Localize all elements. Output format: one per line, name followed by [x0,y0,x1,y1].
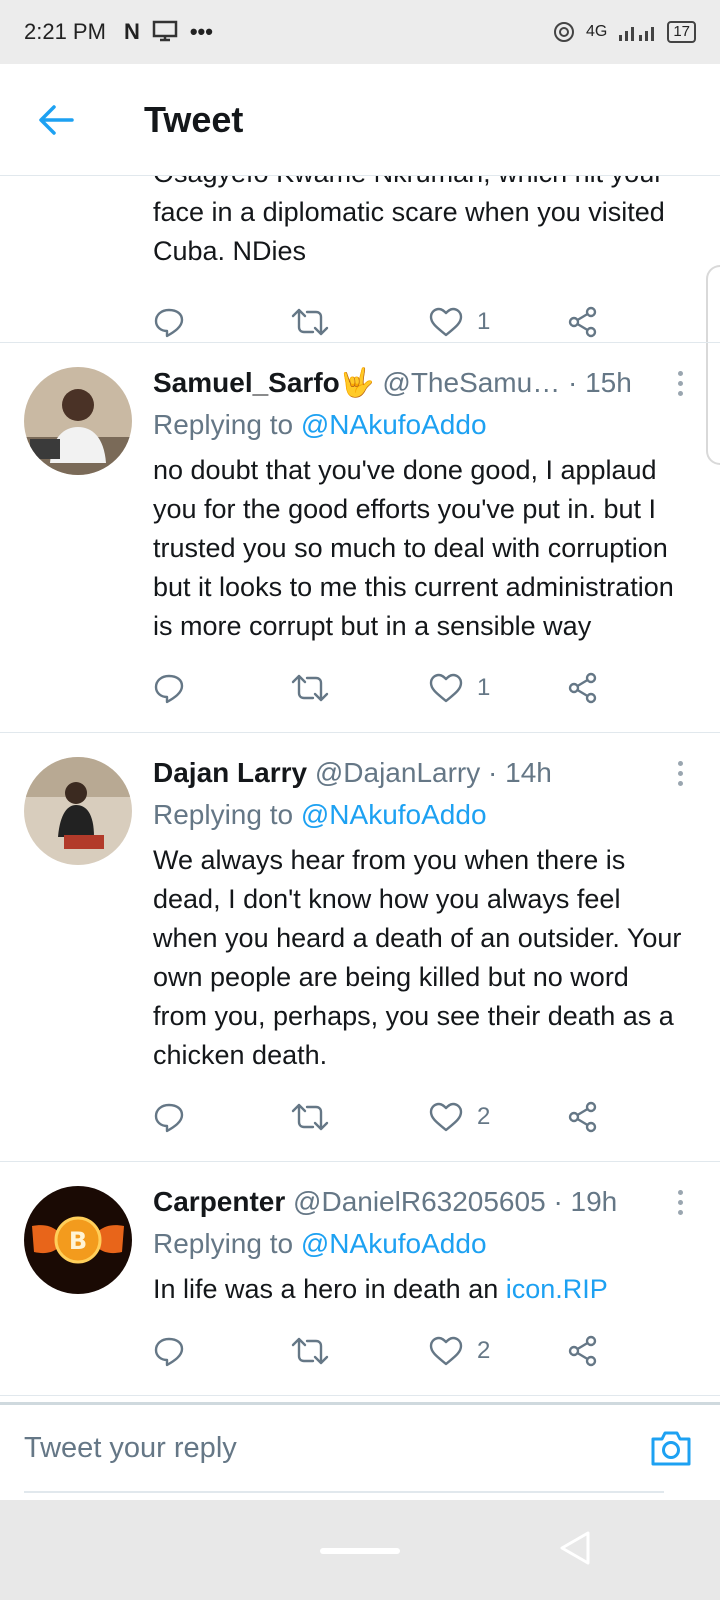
bitcoin-avatar-image: B [24,1186,132,1294]
like-button[interactable]: 1 [429,307,567,337]
retweet-icon [291,1103,329,1131]
heart-icon [429,1102,463,1132]
reply-icon [154,674,184,704]
tweet-actions: 2 [153,1327,690,1375]
app-header: Tweet [0,64,720,176]
reply-button[interactable] [153,306,291,338]
like-count: 1 [477,308,491,335]
tweet-text: Osagyefo Kwame Nkrumah, which hit your f… [153,176,665,266]
more-notifications-icon: ••• [189,19,213,44]
display-name[interactable]: Carpenter [153,1186,285,1217]
like-count: 2 [477,1103,491,1130]
more-options-button[interactable] [670,371,690,396]
like-button[interactable]: 1 [429,673,567,703]
tweet-time: · 14h [488,757,552,788]
replying-to: Replying to @NAkufoAddo [153,1228,487,1259]
page-title: Tweet [144,98,244,140]
avatar[interactable] [24,757,132,865]
more-options-button[interactable] [670,1190,690,1215]
svg-text:B: B [69,1227,87,1255]
system-nav-bar [0,1500,720,1600]
like-count: 1 [477,674,491,701]
camera-icon [651,1431,691,1466]
display-name[interactable]: Samuel_Sarfo🤟 [153,367,375,398]
nav-back-button[interactable] [558,1530,592,1571]
user-handle[interactable]: @DajanLarry [315,757,480,788]
reply-button[interactable] [153,1335,291,1367]
user-handle[interactable]: @TheSamu… [382,367,560,398]
share-button[interactable] [567,672,599,704]
tweet-actions: 1 [153,664,690,712]
retweet-icon [291,1337,329,1365]
tweet-text: In life was a hero in death an icon.RIP [153,1274,608,1304]
tweet-partial[interactable]: Osagyefo Kwame Nkrumah, which hit your f… [0,176,720,343]
share-icon [568,672,597,704]
monitor-icon [152,20,178,42]
like-count: 2 [477,1337,491,1364]
tweet-actions: 1 [153,298,599,346]
battery-icon: 17 [667,21,696,43]
avatar[interactable]: B [24,1186,132,1294]
like-button[interactable]: 2 [429,1102,567,1132]
share-icon [568,1335,597,1367]
share-button[interactable] [567,306,599,338]
tweet-item[interactable]: B Carpenter @DanielR63205605 · 19h Reply… [0,1162,720,1396]
replying-to: Replying to @NAkufoAddo [153,799,487,830]
reply-composer: Tweet your reply [0,1402,720,1500]
user-handle[interactable]: @DanielR63205605 [293,1186,546,1217]
hotspot-icon [553,22,574,42]
retweet-button[interactable] [291,307,429,337]
reply-button[interactable] [153,1101,291,1133]
replying-to: Replying to @NAkufoAddo [153,409,487,440]
avatar[interactable] [24,367,132,475]
home-gesture-pill[interactable] [320,1548,400,1554]
retweet-button[interactable] [291,673,429,703]
share-icon [568,306,597,338]
retweet-icon [291,674,329,702]
reply-icon [154,1337,184,1367]
back-arrow-icon [39,104,74,135]
tweet-item[interactable]: Dajan Larry @DajanLarry · 14h Replying t… [0,733,720,1162]
heart-icon [429,1336,463,1366]
mention-link[interactable]: @NAkufoAddo [301,1228,487,1259]
triangle-back-icon [560,1531,590,1565]
more-options-button[interactable] [670,761,690,786]
tweet-meta: Samuel_Sarfo🤟 @TheSamu… · 15h [153,365,690,401]
heart-icon [429,673,463,703]
retweet-button[interactable] [291,1102,429,1132]
status-time: 2:21 PM [24,19,106,44]
back-button[interactable] [0,64,112,176]
tweet-meta: Carpenter @DanielR63205605 · 19h [153,1184,690,1220]
share-button[interactable] [567,1335,599,1367]
tweet-item[interactable]: Samuel_Sarfo🤟 @TheSamu… · 15h Replying t… [0,343,720,733]
signal-icon [619,27,655,41]
like-button[interactable]: 2 [429,1336,567,1366]
tweet-meta: Dajan Larry @DajanLarry · 14h [153,755,690,791]
retweet-button[interactable] [291,1336,429,1366]
reply-icon [154,308,184,338]
heart-icon [429,307,463,337]
share-icon [568,1101,597,1133]
network-type: 4G [585,23,608,40]
tweet-text: no doubt that you've done good, I applau… [153,455,674,641]
camera-button[interactable] [650,1429,692,1472]
reply-feed[interactable]: Osagyefo Kwame Nkrumah, which hit your f… [0,176,720,1402]
mention-link[interactable]: @NAkufoAddo [301,799,487,830]
status-bar: 2:21 PM N ••• 4G 17 [0,0,720,64]
reply-button[interactable] [153,672,291,704]
avatar-photo [24,757,132,865]
retweet-icon [291,308,329,336]
tweet-link[interactable]: icon.RIP [506,1274,608,1304]
mention-link[interactable]: @NAkufoAddo [301,409,487,440]
notification-n-icon: N [123,19,140,44]
tweet-time: · 19h [553,1186,618,1217]
tweet-time: · 15h [568,367,632,398]
reply-icon [154,1103,184,1133]
share-button[interactable] [567,1101,599,1133]
tweet-text: We always hear from you when there is de… [153,845,682,1070]
avatar-photo [24,367,132,475]
display-name[interactable]: Dajan Larry [153,757,307,788]
tweet-actions: 2 [153,1093,690,1141]
reply-input[interactable]: Tweet your reply [24,1405,664,1493]
